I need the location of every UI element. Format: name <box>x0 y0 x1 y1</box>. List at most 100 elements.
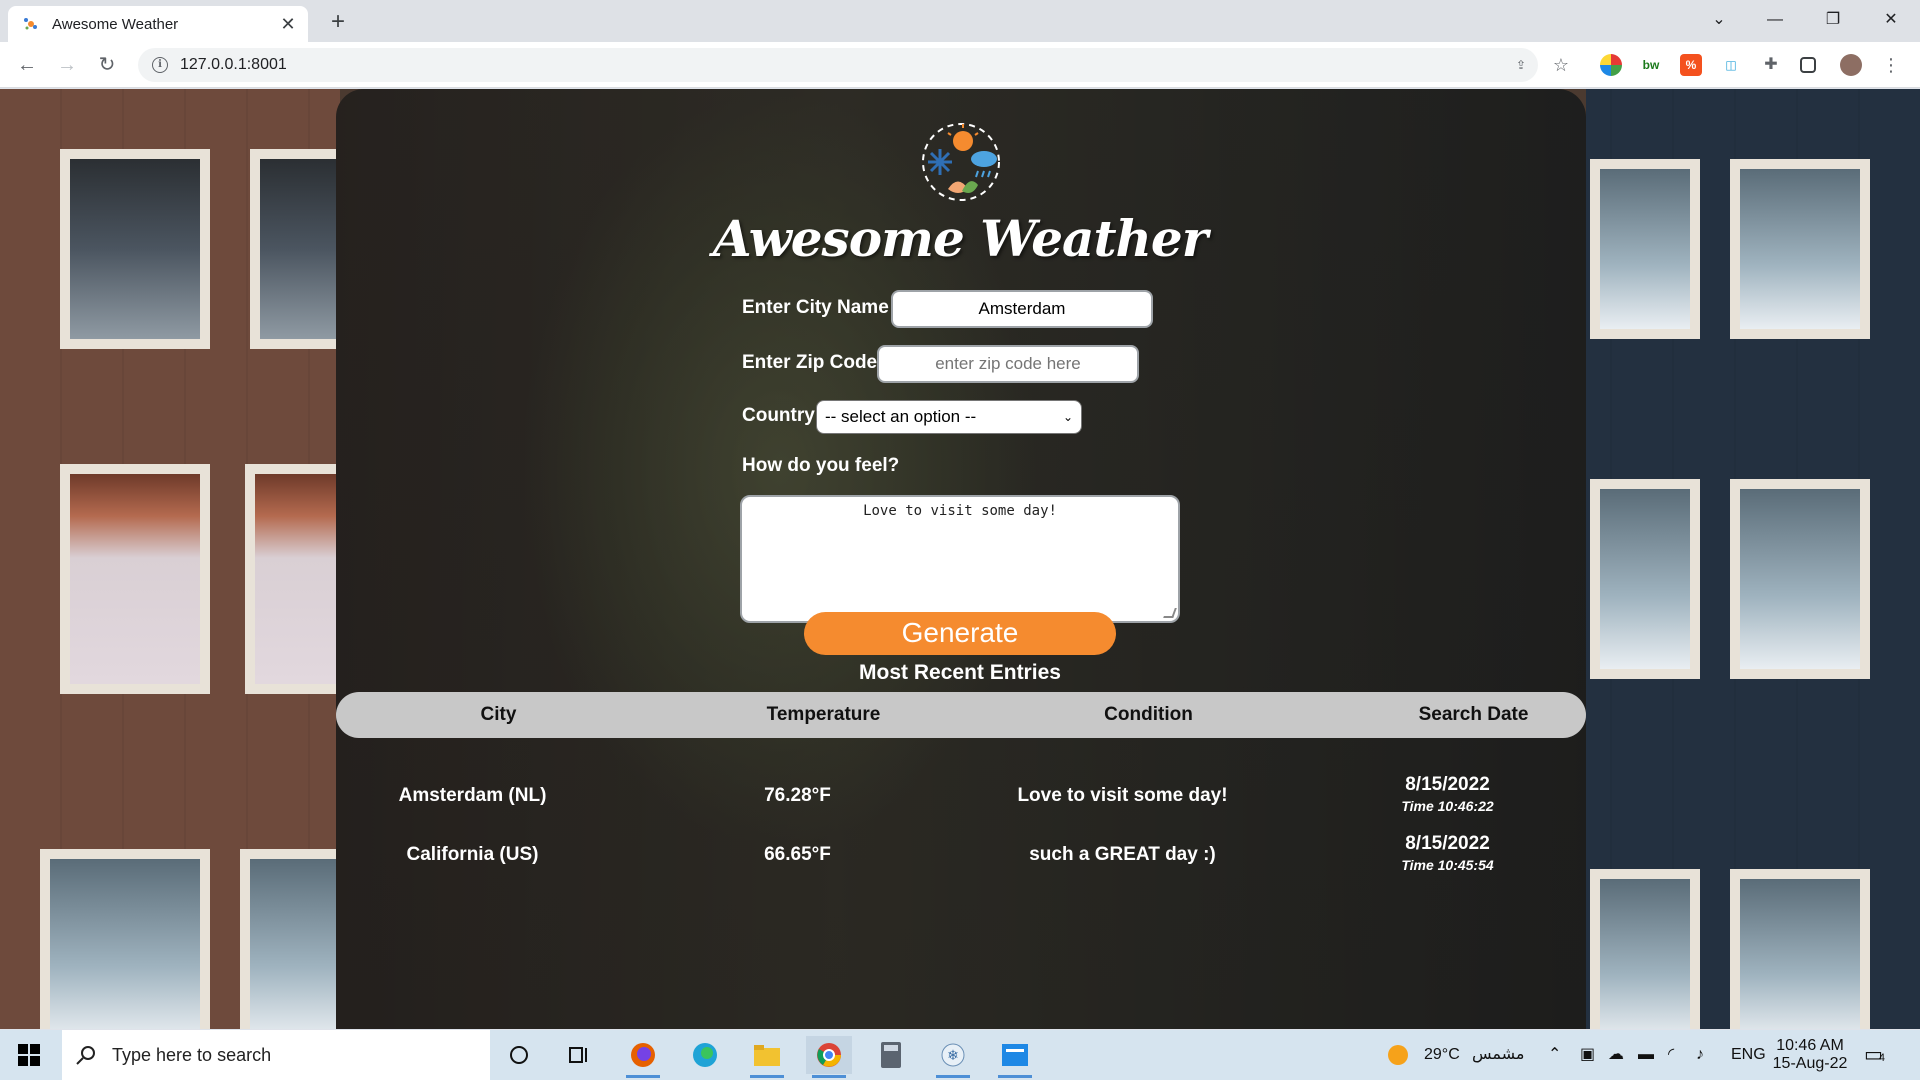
tab-title: Awesome Weather <box>52 15 179 33</box>
background-window <box>1730 159 1870 339</box>
row1-temperature: 76.28°F <box>764 785 831 806</box>
page-viewport: Awesome Weather Enter City Name Enter Zi… <box>0 89 1920 1029</box>
meet-now-icon[interactable]: ▣ <box>1580 1030 1595 1080</box>
more-menu-icon[interactable]: ⋮ <box>1880 54 1902 76</box>
wifi-icon[interactable]: ◜ <box>1668 1030 1674 1080</box>
browser-tab[interactable]: Awesome Weather ✕ <box>8 6 308 42</box>
address-bar[interactable]: i 127.0.0.1:8001 <box>138 48 1538 82</box>
country-label: Country <box>742 405 815 426</box>
row2-city: California (US) <box>406 844 539 865</box>
row2-condition: such a GREAT day :) <box>1029 844 1216 865</box>
weather-description[interactable]: مشمس <box>1472 1030 1525 1080</box>
feel-label: How do you feel? <box>742 455 900 476</box>
column-header-city: City <box>480 704 517 725</box>
svg-text:❄: ❄ <box>947 1047 959 1063</box>
background-window <box>1730 479 1870 679</box>
feel-textarea[interactable]: Love to visit some day! <box>740 495 1180 623</box>
close-window-button[interactable]: ✕ <box>1862 0 1920 40</box>
taskbar-search-box[interactable]: Type here to search <box>62 1030 490 1080</box>
new-tab-button[interactable]: + <box>324 8 352 36</box>
row1-search-date: 8/15/2022 Time 10:46:22 <box>1285 774 1610 814</box>
city-input[interactable] <box>891 290 1153 328</box>
bw-extension-icon[interactable]: bw <box>1640 54 1662 76</box>
row1-date: 8/15/2022 <box>1405 774 1490 795</box>
task-view-icon[interactable] <box>556 1036 602 1074</box>
firefox-icon[interactable] <box>620 1036 666 1078</box>
column-header-temperature: Temperature <box>766 704 881 725</box>
forward-arrow-icon[interactable]: → <box>52 50 82 80</box>
url-text: 127.0.0.1:8001 <box>180 56 287 73</box>
clock-date: 15-Aug-22 <box>1772 1055 1848 1072</box>
volume-icon[interactable]: ♪ <box>1696 1030 1704 1080</box>
feel-text: Love to visit some day! <box>863 503 1057 519</box>
windows-taskbar: Type here to search ❄ 29°C مشمس ⌃ ▣ ☁ ▬ … <box>0 1030 1920 1080</box>
extensions-puzzle-icon[interactable]: ✚ <box>1760 54 1782 76</box>
bookmark-star-icon[interactable]: ☆ <box>1550 54 1572 76</box>
background-window <box>1590 159 1700 339</box>
country-select[interactable]: -- select an option -- ⌄ <box>816 400 1082 434</box>
onedrive-cloud-icon[interactable]: ☁ <box>1608 1030 1624 1080</box>
color-extension-icon[interactable] <box>1600 54 1622 76</box>
restore-button[interactable]: ❐ <box>1804 0 1862 40</box>
edge-icon[interactable] <box>682 1036 728 1074</box>
row2-search-date: 8/15/2022 Time 10:45:54 <box>1285 833 1610 873</box>
share-icon[interactable]: ⇪ <box>1510 54 1532 76</box>
row2-date: 8/15/2022 <box>1405 833 1490 854</box>
clock-time: 10:46 AM <box>1776 1037 1844 1054</box>
percent-extension-icon[interactable]: % <box>1680 54 1702 76</box>
calculator-icon[interactable] <box>868 1036 914 1074</box>
generate-button[interactable]: Generate <box>804 612 1116 655</box>
browser-toolbar: ← → ↻ i 127.0.0.1:8001 ⇪ ☆ bw % ◫ ✚ ⋮ <box>0 42 1920 88</box>
weather-sun-icon[interactable] <box>1386 1030 1410 1080</box>
zip-input[interactable] <box>877 345 1139 383</box>
browser-tab-strip: Awesome Weather ✕ + ⌄ — ❐ ✕ <box>0 0 1920 42</box>
notification-count: 4 <box>1878 1052 1886 1064</box>
recent-entries-title: Most Recent Entries <box>859 661 1061 684</box>
reload-icon[interactable]: ↻ <box>92 50 122 80</box>
chevron-down-icon: ⌄ <box>1062 410 1073 424</box>
profile-avatar[interactable] <box>1840 54 1862 76</box>
weather-favicon-icon <box>22 15 40 33</box>
row2-time: Time 10:45:54 <box>1401 857 1494 873</box>
background-window <box>1590 869 1700 1029</box>
app-title: Awesome Weather <box>712 209 1208 268</box>
background-window <box>60 149 210 349</box>
column-header-search-date: Search Date <box>1418 704 1529 725</box>
chrome-icon[interactable] <box>806 1036 852 1078</box>
background-window <box>40 849 210 1029</box>
windows-start-icon[interactable] <box>18 1044 40 1066</box>
clock[interactable]: 10:46 AM 15-Aug-22 <box>1768 1037 1852 1080</box>
cortana-circle-icon[interactable] <box>496 1036 542 1074</box>
show-hidden-icons-chevron-icon[interactable]: ⌃ <box>1548 1030 1561 1080</box>
tab-search-chevron-icon[interactable]: ⌄ <box>1690 0 1748 40</box>
side-panel-icon[interactable] <box>1800 57 1816 73</box>
row1-city: Amsterdam (NL) <box>398 785 547 806</box>
site-info-icon[interactable]: i <box>152 57 168 73</box>
resize-handle-icon[interactable] <box>1163 608 1177 618</box>
weather-temperature[interactable]: 29°C <box>1424 1030 1460 1080</box>
city-label: Enter City Name <box>742 297 889 318</box>
app-window-icon[interactable] <box>992 1036 1038 1078</box>
notifications-icon[interactable]: ▭4 <box>1864 1030 1885 1080</box>
minimize-button[interactable]: — <box>1746 0 1804 40</box>
weather-logo-icon <box>918 119 1004 205</box>
battery-icon[interactable]: ▬ <box>1638 1030 1654 1080</box>
close-tab-icon[interactable]: ✕ <box>278 14 298 35</box>
search-icon <box>76 1046 95 1065</box>
search-placeholder: Type here to search <box>112 1044 272 1065</box>
cup-extension-icon[interactable]: ◫ <box>1720 54 1742 76</box>
table-header: City Temperature Condition Search Date <box>336 692 1586 738</box>
row1-time: Time 10:46:22 <box>1401 798 1494 814</box>
back-arrow-icon[interactable]: ← <box>12 50 42 80</box>
file-explorer-icon[interactable] <box>744 1036 790 1078</box>
row1-condition: Love to visit some day! <box>1017 785 1228 806</box>
input-language[interactable]: ENG <box>1731 1030 1766 1080</box>
country-selected-value: -- select an option -- <box>825 407 977 426</box>
background-window <box>1590 479 1700 679</box>
background-window <box>60 464 210 694</box>
column-header-condition: Condition <box>1104 704 1193 725</box>
zip-label: Enter Zip Code <box>742 352 878 373</box>
row2-temperature: 66.65°F <box>764 844 831 865</box>
background-window <box>1730 869 1870 1029</box>
vscode-snowflake-icon[interactable]: ❄ <box>930 1036 976 1078</box>
